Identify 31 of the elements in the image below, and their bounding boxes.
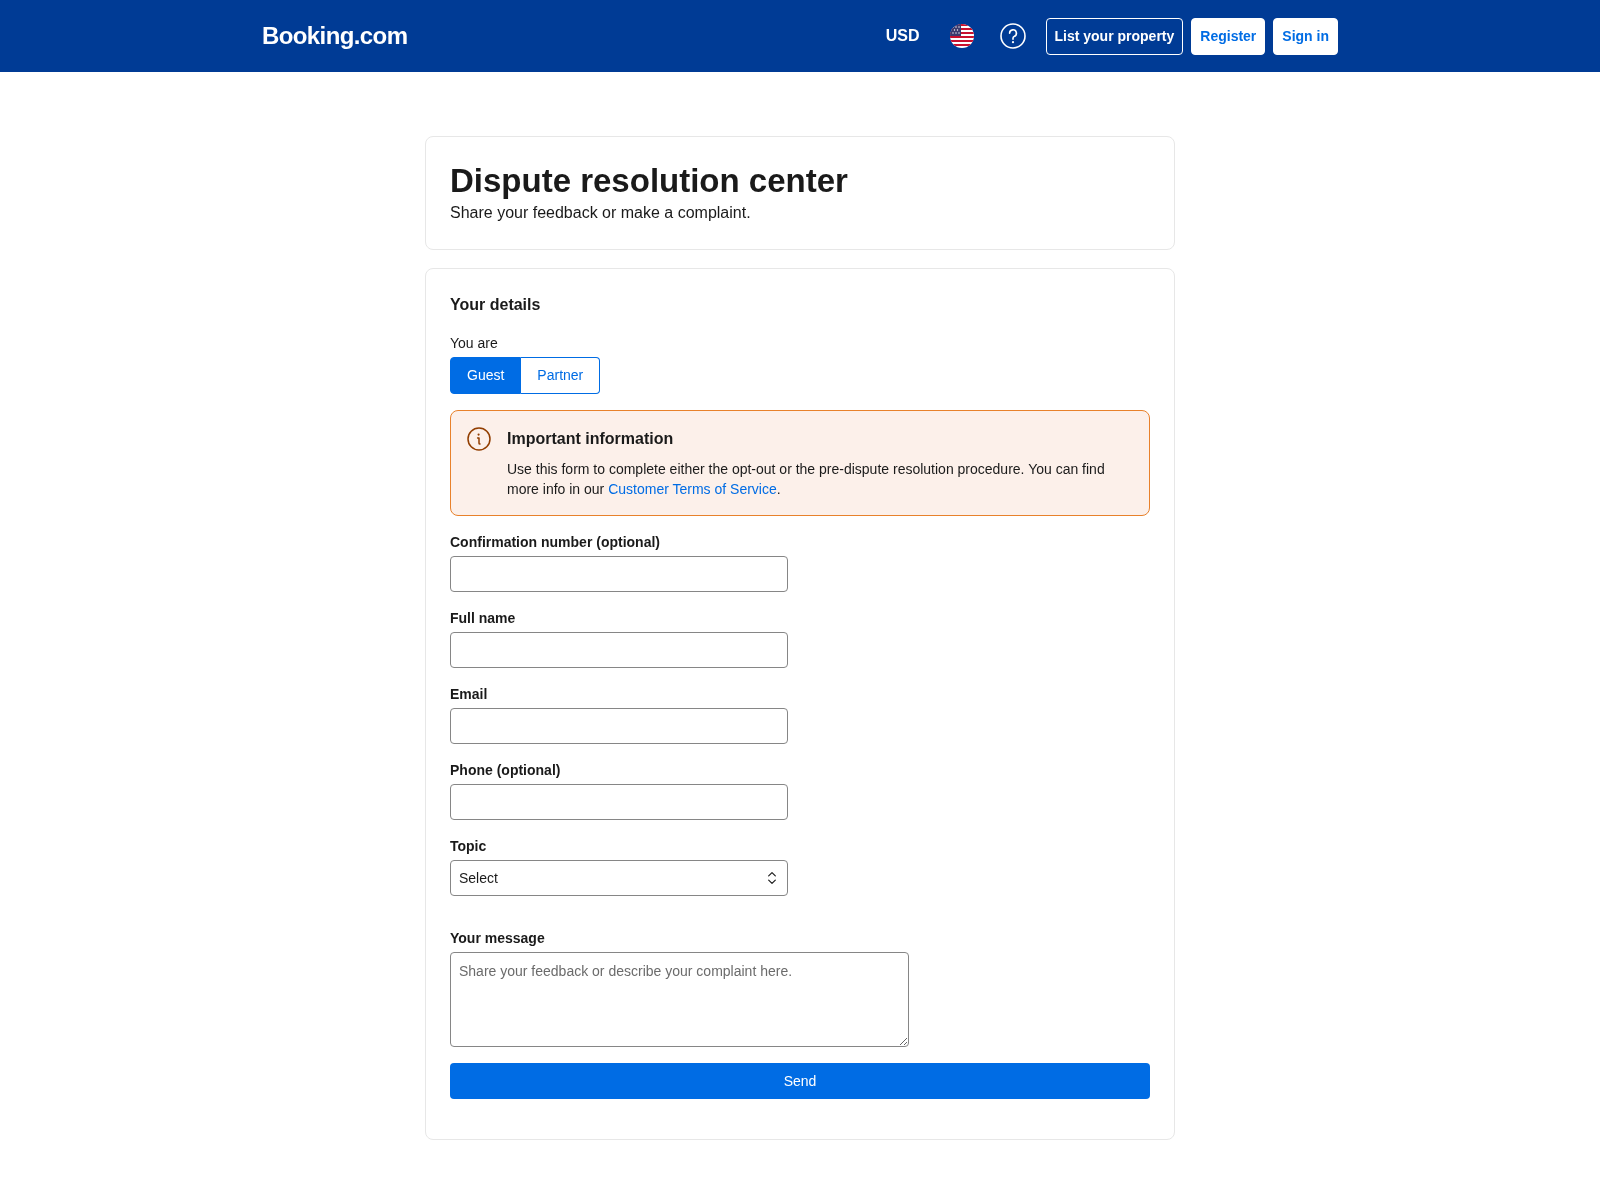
logo[interactable]: Booking.com xyxy=(262,18,408,54)
header-button[interactable]: Register xyxy=(1191,17,1266,55)
field-label: Topic xyxy=(450,837,488,856)
notice-text: Use this form to complete either the opt-out or the pre-dispute resolution procedure. You can find more info in our Customer Terms of Service. xyxy=(507,460,1106,499)
field-label: Confirmation number (optional) xyxy=(450,533,661,552)
input-field[interactable] xyxy=(450,708,788,744)
toggle-option[interactable]: Partner xyxy=(521,357,601,394)
field-label: Email xyxy=(450,685,489,704)
input-field[interactable] xyxy=(450,556,788,592)
header-button[interactable]: Sign in xyxy=(1273,17,1338,55)
chevron-updown-icon xyxy=(767,871,777,885)
input-field[interactable] xyxy=(450,784,788,820)
input-field[interactable] xyxy=(450,632,788,668)
field-label: Full name xyxy=(450,609,517,628)
toggle-option[interactable]: Guest xyxy=(450,357,522,394)
send-button[interactable]: Send xyxy=(450,1063,1150,1099)
field-label: You are xyxy=(450,334,499,353)
header-button[interactable]: List your property xyxy=(1045,17,1184,55)
flag-icon xyxy=(949,24,974,48)
terms-link[interactable]: Customer Terms of Service xyxy=(608,481,777,497)
help-icon xyxy=(999,23,1026,49)
field-label: Phone (optional) xyxy=(450,761,562,780)
page-subtitle: Share your feedback or make a complaint. xyxy=(450,203,752,223)
section-heading: Your details xyxy=(450,295,542,315)
page-title: Dispute resolution center xyxy=(450,161,849,201)
field-label: Your message xyxy=(450,929,546,948)
info-icon xyxy=(467,427,491,451)
currency-button[interactable]: USD xyxy=(875,16,930,56)
message-field[interactable]: Share your feedback or describe your complaint here. xyxy=(450,952,909,1047)
notice-title: Important information xyxy=(507,429,675,449)
select-dropdown[interactable]: Select xyxy=(450,860,788,896)
